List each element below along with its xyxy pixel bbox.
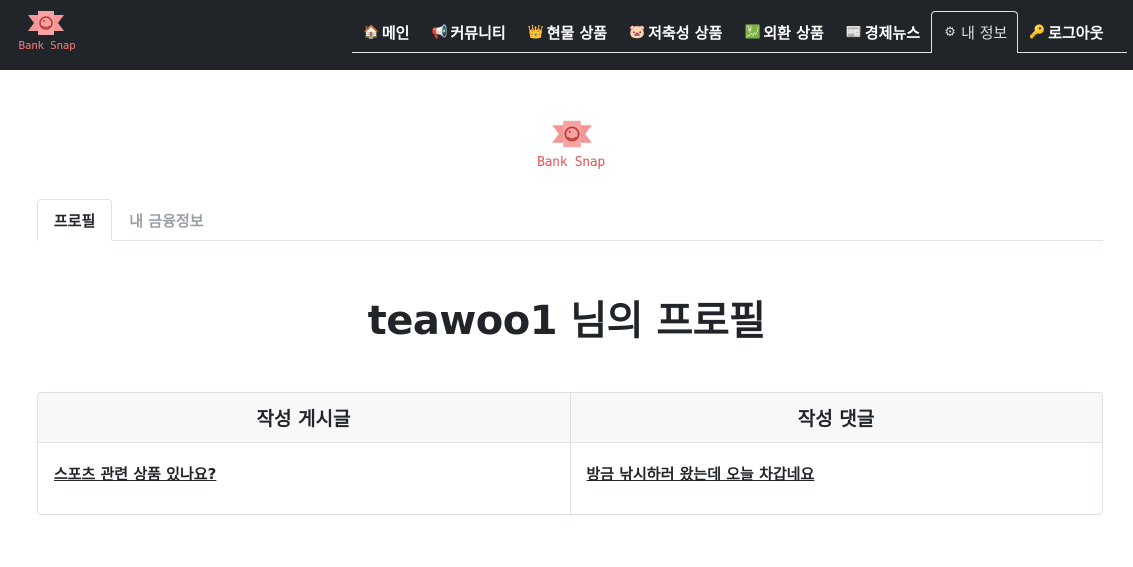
nav-item-spot-products[interactable]: 👑 현물 상품 bbox=[517, 11, 618, 52]
nav-item-label: 저축성 상품 bbox=[648, 23, 723, 42]
nav-item-community[interactable]: 📢 커뮤니티 bbox=[421, 11, 517, 52]
comment-link[interactable]: 방금 낚시하러 왔는데 오늘 차갑네요 bbox=[587, 465, 815, 483]
center-brand-name: Bank Snap bbox=[537, 155, 605, 170]
comments-column-header: 작성 댓글 bbox=[569, 393, 1102, 443]
nav-item-my-info[interactable]: ⚙ 내 정보 bbox=[931, 11, 1019, 53]
nav-item-label: 로그아웃 bbox=[1048, 23, 1104, 42]
activity-table: 작성 게시글 작성 댓글 스포츠 관련 상품 있나요? 방금 낚시하러 왔는데 … bbox=[37, 392, 1103, 515]
crown-icon: 👑 bbox=[527, 24, 544, 40]
nav-item-economic-news[interactable]: 📰 경제뉴스 bbox=[835, 11, 931, 52]
house-icon: 🏠 bbox=[363, 24, 380, 40]
center-logo: Bank Snap bbox=[526, 116, 616, 174]
nav-item-label: 내 정보 bbox=[961, 24, 1008, 42]
nav-item-forex-products[interactable]: 💹 외환 상품 bbox=[733, 11, 834, 52]
nav-item-label: 커뮤니티 bbox=[450, 23, 506, 42]
tab-profile[interactable]: 프로필 bbox=[37, 199, 113, 241]
nav-item-label: 경제뉴스 bbox=[864, 23, 921, 42]
exchange-icon: 💹 bbox=[744, 24, 761, 40]
nav-item-label: 현물 상품 bbox=[546, 23, 608, 42]
newspaper-icon: 📰 bbox=[845, 24, 863, 40]
comments-cell: 방금 낚시하러 왔는데 오늘 차갑네요 bbox=[569, 442, 1102, 514]
top-navbar: Bank Snap 🏠 메인 📢 커뮤니티 👑 현물 상품 🐷 저축성 상품 💹… bbox=[0, 0, 1133, 70]
brand-logo-link[interactable]: Bank Snap bbox=[12, 7, 82, 59]
megaphone-icon: 📢 bbox=[431, 24, 448, 40]
piggy-bank-logo-icon bbox=[28, 11, 64, 35]
post-link[interactable]: 스포츠 관련 상품 있나요? bbox=[54, 465, 216, 483]
main-nav: 🏠 메인 📢 커뮤니티 👑 현물 상품 🐷 저축성 상품 💹 외환 상품 📰 경… bbox=[352, 11, 1127, 53]
nav-item-savings-products[interactable]: 🐷 저축성 상품 bbox=[618, 11, 733, 52]
nav-item-label: 메인 bbox=[382, 23, 410, 42]
tab-my-finance[interactable]: 내 금융정보 bbox=[112, 199, 220, 241]
brand-name: Bank Snap bbox=[18, 39, 76, 52]
posts-cell: 스포츠 관련 상품 있나요? bbox=[38, 442, 570, 514]
page-title: teawoo1 님의 프로필 bbox=[367, 298, 766, 344]
key-icon: 🔑 bbox=[1029, 24, 1046, 40]
piggy-bank-logo-icon bbox=[552, 120, 592, 148]
posts-column-header: 작성 게시글 bbox=[38, 393, 570, 443]
nav-item-label: 외환 상품 bbox=[763, 23, 824, 42]
pig-icon: 🐷 bbox=[629, 24, 646, 40]
nav-item-main[interactable]: 🏠 메인 bbox=[352, 11, 421, 52]
profile-tabs: 프로필 내 금융정보 bbox=[37, 199, 1103, 241]
nav-item-logout[interactable]: 🔑 로그아웃 bbox=[1018, 11, 1114, 52]
gear-icon: ⚙ bbox=[944, 25, 956, 40]
